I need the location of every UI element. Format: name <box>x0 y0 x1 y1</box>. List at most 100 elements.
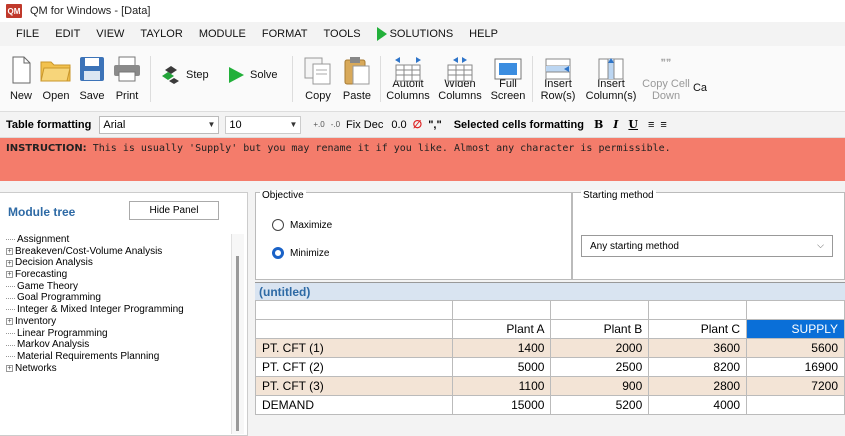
expand-icon[interactable]: + <box>6 271 13 279</box>
tree-item[interactable]: + Networks <box>6 363 231 375</box>
font-size-select[interactable]: 10 ▼ <box>225 115 302 134</box>
tree-item-label: Goal Programming <box>17 292 101 304</box>
align-center-icon[interactable]: ≡ <box>660 119 666 131</box>
expand-icon[interactable]: + <box>6 248 13 256</box>
table-cell[interactable] <box>550 300 650 320</box>
minimize-radio[interactable]: Minimize <box>272 247 329 259</box>
objective-group: Objective Maximize Minimize <box>255 190 572 280</box>
table-cell[interactable]: 16900 <box>746 357 845 377</box>
column-header[interactable]: Plant A <box>451 319 552 339</box>
italic-button[interactable]: I <box>613 118 618 131</box>
chevron-down-icon: ⌵ <box>817 240 824 250</box>
table-cell[interactable]: 1400 <box>451 338 552 358</box>
tree-line <box>6 239 15 241</box>
tree-item[interactable]: Assignment <box>6 234 231 246</box>
menu-file[interactable]: FILE <box>8 22 47 46</box>
menu-module[interactable]: MODULE <box>191 22 254 46</box>
table-cell[interactable]: 8200 <box>648 357 748 377</box>
format-bar: Table formatting Arial ▼ 10 ▼ +.0 -.0 Fi… <box>0 112 845 138</box>
menu-edit[interactable]: EDIT <box>47 22 88 46</box>
widen-columns-button[interactable]: Widen Columns <box>436 50 484 108</box>
tree-item[interactable]: Markov Analysis <box>6 339 231 351</box>
row-label[interactable]: PT. CFT (1) <box>255 338 453 358</box>
table-cell[interactable] <box>746 300 845 320</box>
table-cell[interactable]: 15000 <box>451 395 552 415</box>
column-header[interactable]: Plant C <box>648 319 748 339</box>
font-select[interactable]: Arial ▼ <box>99 115 220 134</box>
tree-item[interactable]: Material Requirements Planning <box>6 351 231 363</box>
scrollbar-thumb[interactable] <box>236 256 239 431</box>
zero-format-button[interactable]: 0.0 <box>391 119 406 131</box>
save-button[interactable]: Save <box>76 50 108 108</box>
table-cell[interactable]: 1100 <box>451 376 552 396</box>
cut-button[interactable]: Ca <box>690 50 710 108</box>
print-button[interactable]: Print <box>110 50 144 108</box>
comma-format-button[interactable]: "," <box>428 119 442 131</box>
autofit-columns-button[interactable]: Autofit Columns <box>384 50 432 108</box>
insert-columns-button[interactable]: Insert Column(s) <box>584 50 638 108</box>
tree-line <box>6 332 15 334</box>
increase-decimal-icon[interactable]: +.0 <box>313 120 324 129</box>
autofit-label: Autofit Columns <box>386 78 430 102</box>
full-screen-button[interactable]: Full Screen <box>488 50 528 108</box>
table-cell[interactable]: 2000 <box>550 338 650 358</box>
tree-item[interactable]: Linear Programming <box>6 328 231 340</box>
decrease-decimal-icon[interactable]: -.0 <box>331 120 340 129</box>
starting-method-label: Starting method <box>581 190 656 201</box>
tree-item[interactable]: Goal Programming <box>6 292 231 304</box>
table-cell[interactable]: 5200 <box>550 395 650 415</box>
menu-taylor[interactable]: TAYLOR <box>132 22 190 46</box>
bold-button[interactable]: B <box>594 118 603 131</box>
starting-method-select[interactable]: Any starting method ⌵ <box>581 235 833 257</box>
expand-icon[interactable]: + <box>6 259 13 267</box>
tree-item[interactable]: + Inventory <box>6 316 231 328</box>
step-button[interactable]: Step <box>160 62 220 88</box>
tree-item-label: Markov Analysis <box>17 339 90 351</box>
table-cell[interactable] <box>746 395 845 415</box>
new-button[interactable]: New <box>4 50 38 108</box>
solve-play-icon <box>229 67 244 83</box>
column-header[interactable] <box>255 319 453 339</box>
fix-dec-button[interactable]: Fix Dec <box>346 119 383 131</box>
tree-scrollbar[interactable] <box>231 234 244 434</box>
copy-button[interactable]: Copy <box>300 50 336 108</box>
menu-view[interactable]: VIEW <box>88 22 132 46</box>
table-cell[interactable] <box>451 300 552 320</box>
table-cell[interactable]: 3600 <box>648 338 748 358</box>
tree-item[interactable]: Game Theory <box>6 281 231 293</box>
table-cell[interactable]: 900 <box>550 376 650 396</box>
column-header[interactable]: Plant B <box>550 319 650 339</box>
table-cell[interactable]: 5600 <box>746 338 845 358</box>
underline-button[interactable]: U <box>628 118 638 131</box>
menu-tools[interactable]: TOOLS <box>316 22 369 46</box>
expand-icon[interactable]: + <box>6 364 13 372</box>
expand-icon[interactable]: + <box>6 318 13 326</box>
table-cell[interactable] <box>255 300 453 320</box>
no-zero-icon[interactable]: ∅ <box>413 118 423 131</box>
menu-format[interactable]: FORMAT <box>254 22 316 46</box>
table-cell[interactable]: 2800 <box>648 376 748 396</box>
row-label[interactable]: DEMAND <box>255 395 453 415</box>
maximize-radio[interactable]: Maximize <box>272 219 332 231</box>
solve-button[interactable]: Solve <box>226 62 286 88</box>
align-left-icon[interactable]: ≡ <box>648 119 654 131</box>
tree-item[interactable]: + Forecasting <box>6 269 231 281</box>
tree-item[interactable]: + Breakeven/Cost-Volume Analysis <box>6 246 231 258</box>
menu-solutions[interactable]: SOLUTIONS <box>369 22 462 46</box>
insert-rows-button[interactable]: Insert Row(s) <box>536 50 580 108</box>
hide-panel-button[interactable]: Hide Panel <box>129 201 219 220</box>
table-cell[interactable]: 7200 <box>746 376 845 396</box>
tree-item[interactable]: + Decision Analysis <box>6 257 231 269</box>
table-cell[interactable] <box>648 300 748 320</box>
menu-help[interactable]: HELP <box>461 22 506 46</box>
copy-cell-down-button[interactable]: ❞❞ Copy Cell Down <box>642 50 690 108</box>
row-label[interactable]: PT. CFT (2) <box>255 357 453 377</box>
table-cell[interactable]: 5000 <box>451 357 552 377</box>
tree-item[interactable]: Integer & Mixed Integer Programming <box>6 304 231 316</box>
open-button[interactable]: Open <box>38 50 74 108</box>
table-cell[interactable]: 4000 <box>648 395 748 415</box>
table-cell[interactable]: 2500 <box>550 357 650 377</box>
column-header[interactable]: SUPPLY <box>746 319 845 339</box>
paste-button[interactable]: Paste <box>338 50 376 108</box>
row-label[interactable]: PT. CFT (3) <box>255 376 453 396</box>
